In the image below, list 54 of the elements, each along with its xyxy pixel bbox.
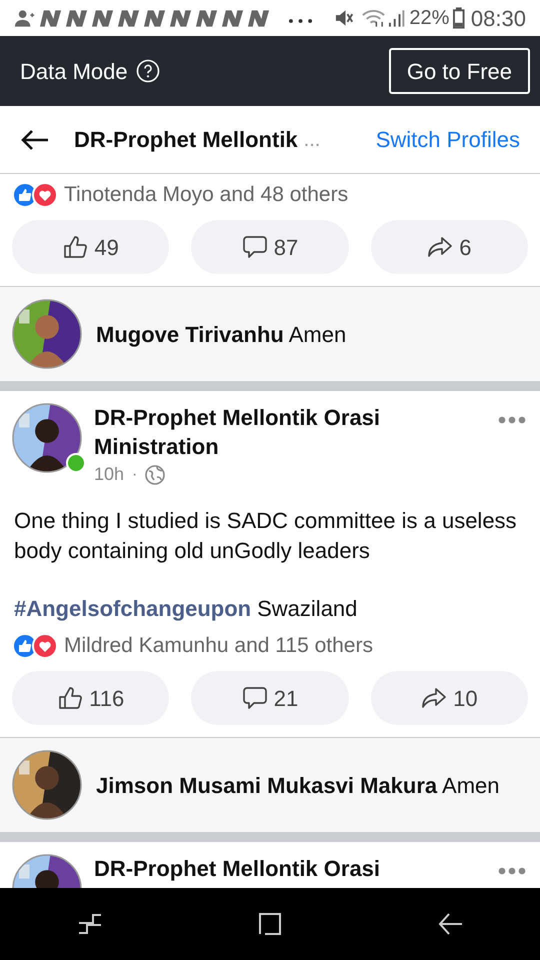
hashtag-link[interactable]: #Angelsofchangeupon — [14, 592, 252, 625]
author-name[interactable]: DR-Prophet Mellontik Orasi — [94, 854, 498, 883]
wifi-icon — [361, 8, 386, 28]
share-arrow-icon — [427, 234, 454, 260]
home-icon[interactable] — [257, 911, 283, 937]
app-notification-icon — [194, 8, 220, 28]
like-button[interactable]: 49 — [12, 220, 170, 274]
switch-profiles-link[interactable]: Switch Profiles — [376, 123, 520, 156]
share-button[interactable]: 6 — [370, 220, 528, 274]
profile-title: DR-Prophet Mellontik — [74, 126, 298, 154]
share-button[interactable]: 10 — [370, 671, 528, 725]
globe-icon — [145, 464, 166, 484]
person-add-icon — [14, 8, 36, 28]
post-time: 10h — [94, 463, 124, 486]
more-options-icon[interactable] — [498, 866, 526, 876]
more-options-icon[interactable] — [498, 415, 526, 425]
author-name[interactable]: DR-Prophet Mellontik Orasi Ministration — [94, 403, 498, 461]
back-icon[interactable] — [437, 911, 463, 937]
reaction-icons — [12, 633, 58, 659]
speech-bubble-icon — [242, 234, 268, 260]
comment-preview[interactable]: Mugove Tirivanhu Amen — [0, 287, 540, 381]
thumbs-up-icon — [57, 685, 84, 711]
mute-icon — [334, 8, 354, 28]
app-notification-icon — [168, 8, 194, 28]
app-notification-icon — [143, 8, 168, 28]
thumbs-up-icon — [62, 234, 88, 260]
signal-icon — [388, 8, 406, 28]
speech-bubble-icon — [242, 685, 268, 711]
location-text: Swaziland — [257, 595, 358, 623]
data-mode-label: Data Mode — [20, 58, 128, 86]
app-notification-icon — [246, 8, 272, 28]
app-notification-icon — [117, 8, 142, 28]
go-to-free-button[interactable]: Go to Free — [388, 48, 530, 94]
help-icon[interactable] — [136, 59, 160, 83]
back-arrow-icon[interactable] — [20, 128, 50, 152]
more-icon — [288, 19, 312, 23]
app-notification-icon — [220, 8, 246, 28]
post-text: One thing I studied is SADC committee is a useless body containing old unGodly leaders — [13, 507, 518, 565]
comment-text: Jimson Musami Mukasvi Makura Amen — [96, 772, 500, 800]
like-button[interactable]: 116 — [12, 671, 170, 725]
reaction-icons — [12, 182, 58, 208]
comment-preview[interactable]: Jimson Musami Mukasvi Makura Amen — [0, 738, 540, 832]
clock-time: 08:30 — [470, 4, 526, 32]
reactions-summary[interactable]: Mildred Kamunhu and 115 others — [64, 630, 373, 662]
comment-text: Mugove Tirivanhu Amen — [96, 320, 346, 349]
battery-percent: 22% — [409, 6, 450, 31]
comment-button[interactable]: 87 — [191, 220, 349, 274]
separator-dot: · — [132, 464, 138, 484]
reactions-summary[interactable]: Tinotenda Moyo and 48 others — [64, 179, 348, 211]
recent-apps-icon[interactable] — [77, 911, 103, 937]
comment-button[interactable]: 21 — [191, 671, 349, 725]
share-arrow-icon — [421, 685, 448, 711]
battery-icon — [453, 7, 465, 29]
title-overflow: ... — [304, 128, 320, 152]
